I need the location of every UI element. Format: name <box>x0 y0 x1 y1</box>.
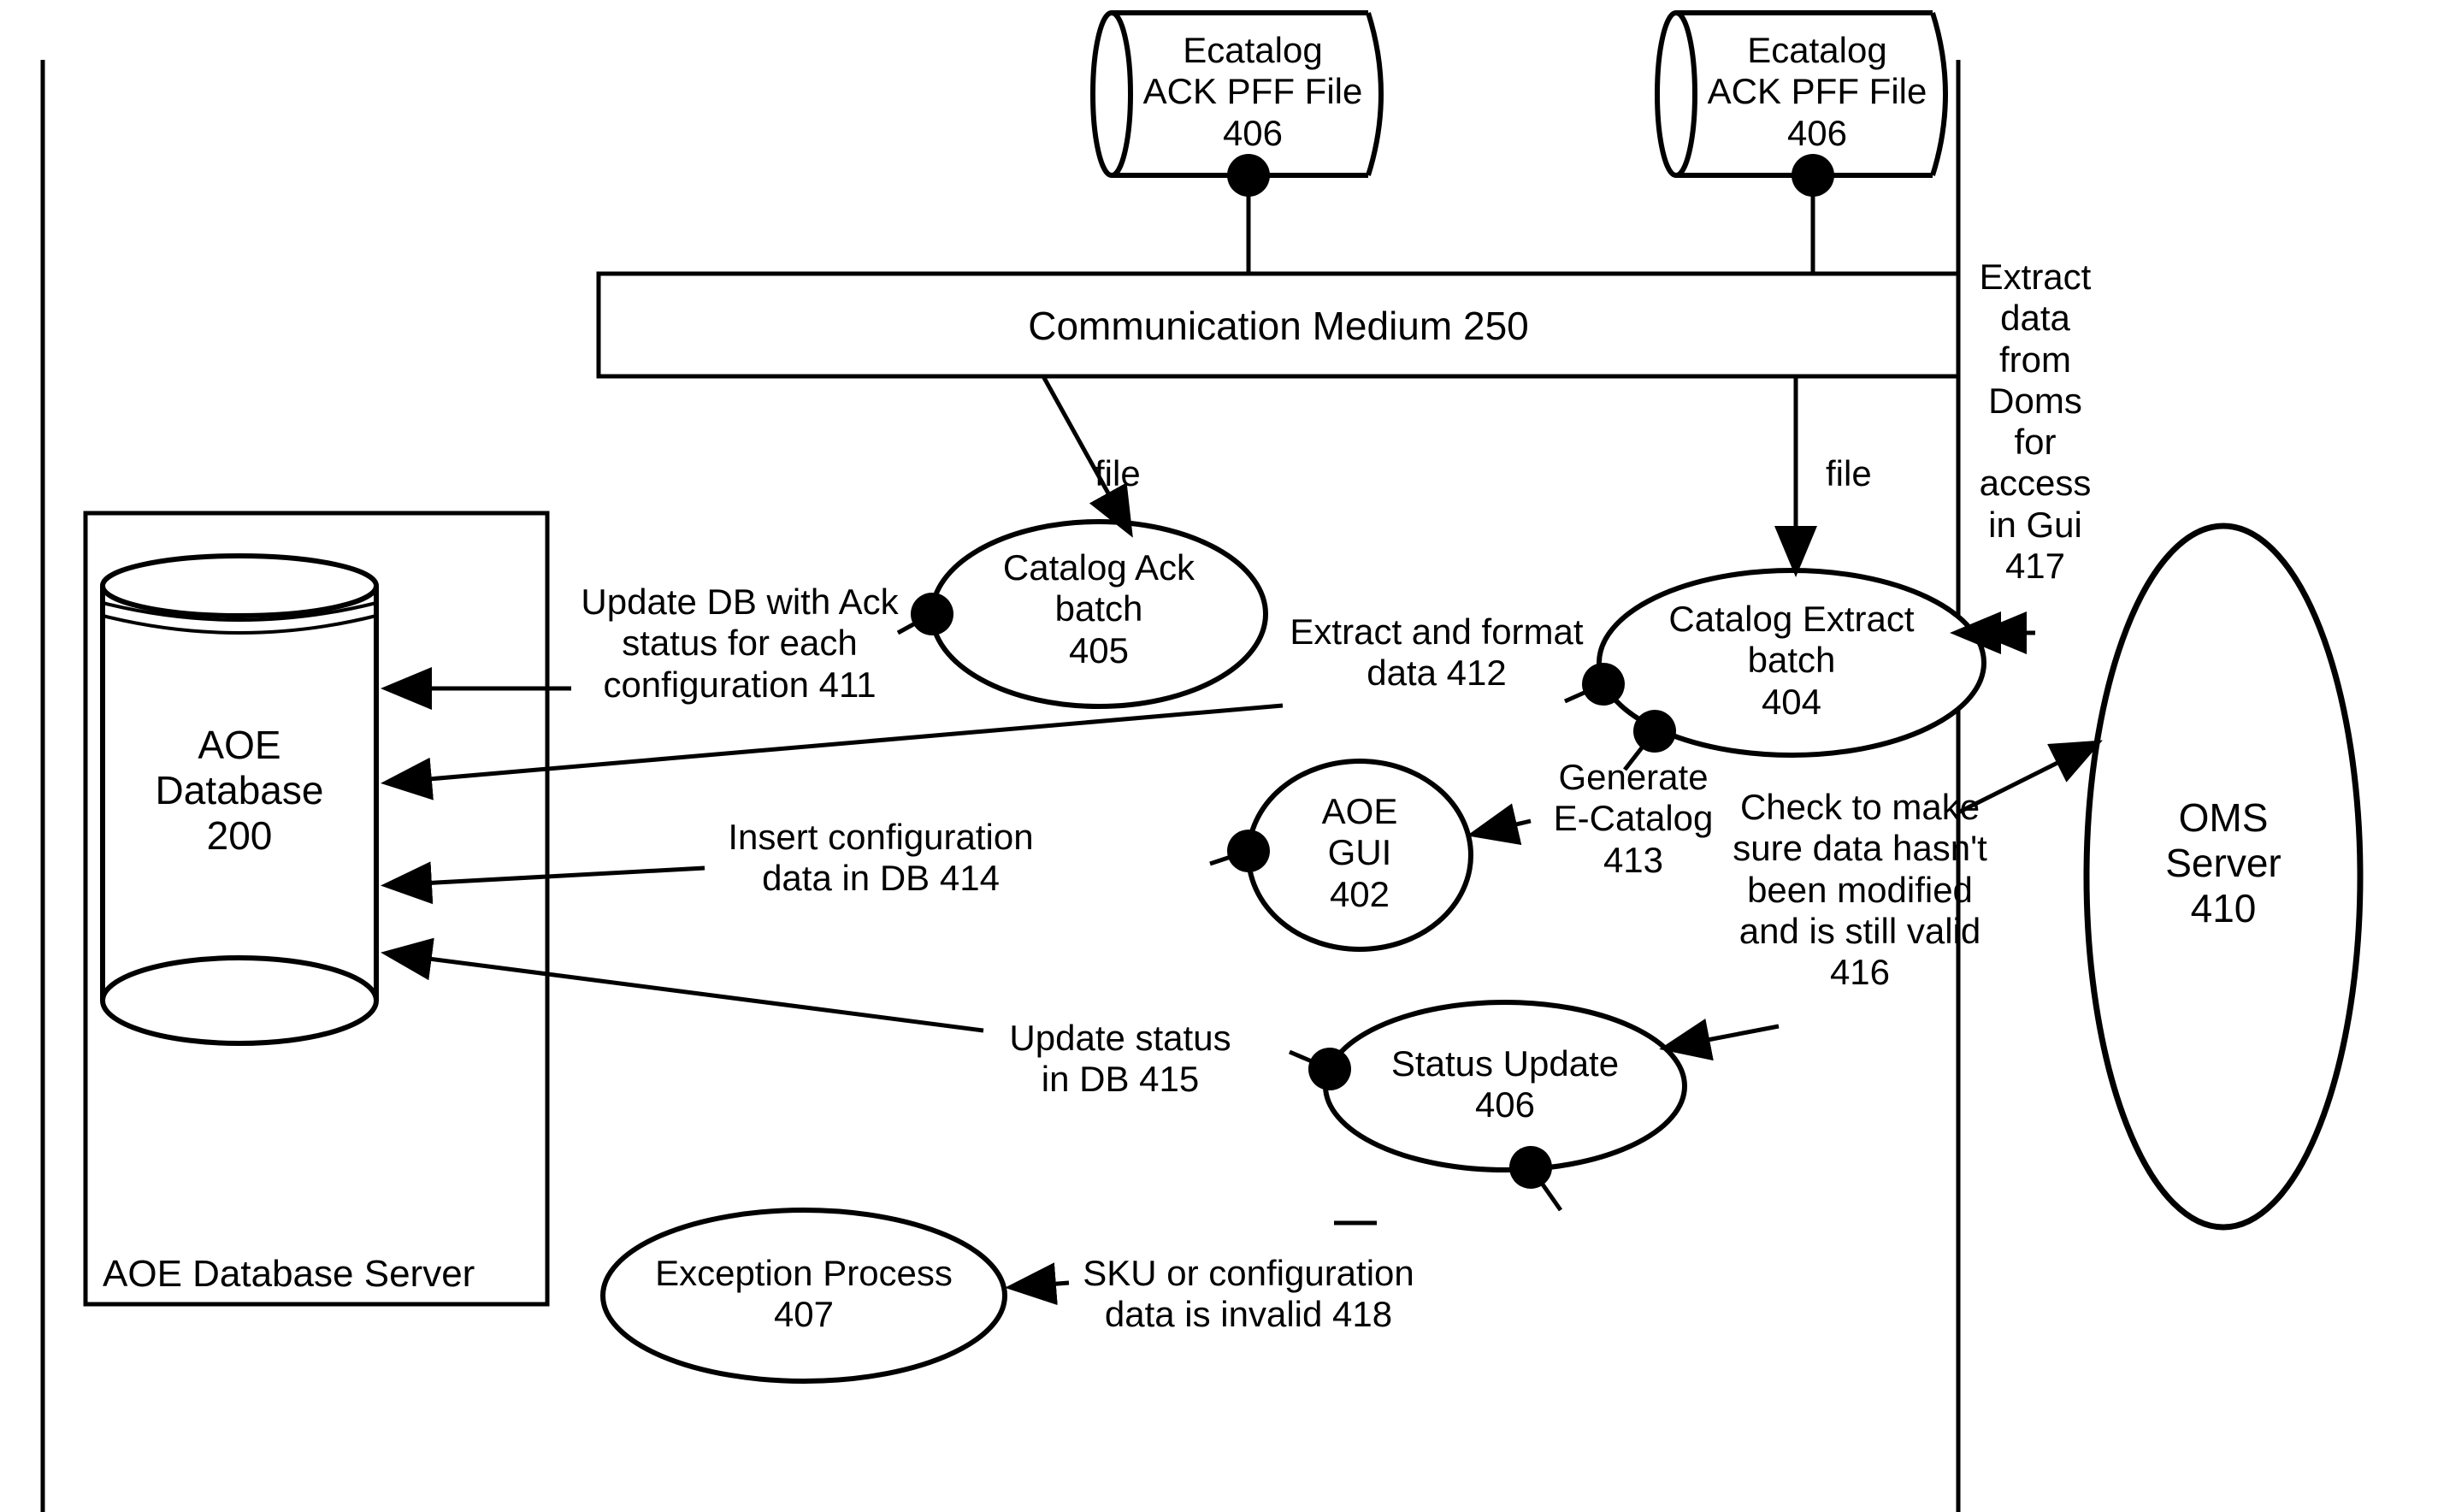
aoe-database-server-label: AOE Database Server <box>103 1253 475 1296</box>
ecatalog2-line3: 406 <box>1787 113 1847 153</box>
ecatalog1-line2: ACK PFF File <box>1143 71 1363 111</box>
exception-process: Exception Process 407 <box>641 1253 966 1336</box>
ecatalog2-line1: Ecatalog <box>1747 30 1886 70</box>
ecatalog-file-2: Ecatalog ACK PFF File 406 <box>1685 30 1950 154</box>
file-label-2: file <box>1826 453 1872 494</box>
label-417: Extract data from Doms for access in Gui… <box>1967 257 2104 587</box>
label-418: SKU or configuration data is invalid 418 <box>1069 1253 1428 1336</box>
catalog-extract-batch: Catalog Extract batch 404 <box>1629 599 1954 723</box>
file-label-1: file <box>1095 453 1141 494</box>
label-411: Update DB with Ack status for each confi… <box>569 582 911 706</box>
ecatalog1-line3: 406 <box>1223 113 1283 153</box>
oms-server: OMS Server 410 <box>2129 795 2317 931</box>
status-update: Status Update 406 <box>1360 1043 1650 1126</box>
aoe-gui: AOE GUI 402 <box>1274 791 1445 915</box>
label-413: Generate E-Catalog 413 <box>1535 757 1732 881</box>
communication-medium: Communication Medium 250 <box>599 304 1958 349</box>
ecatalog-file-1: Ecatalog ACK PFF File 406 <box>1120 30 1385 154</box>
label-416: Check to make sure data hasn't been modi… <box>1723 787 1997 993</box>
catalog-ack-batch: Catalog Ack batch 405 <box>966 547 1231 671</box>
label-414: Insert configuration data in DB 414 <box>701 817 1060 900</box>
label-412: Extract and format data 412 <box>1278 611 1595 694</box>
ecatalog2-line2: ACK PFF File <box>1708 71 1927 111</box>
label-415: Update status in DB 415 <box>983 1018 1257 1101</box>
ecatalog1-line1: Ecatalog <box>1183 30 1322 70</box>
aoe-database: AOE Database 200 <box>115 723 363 859</box>
